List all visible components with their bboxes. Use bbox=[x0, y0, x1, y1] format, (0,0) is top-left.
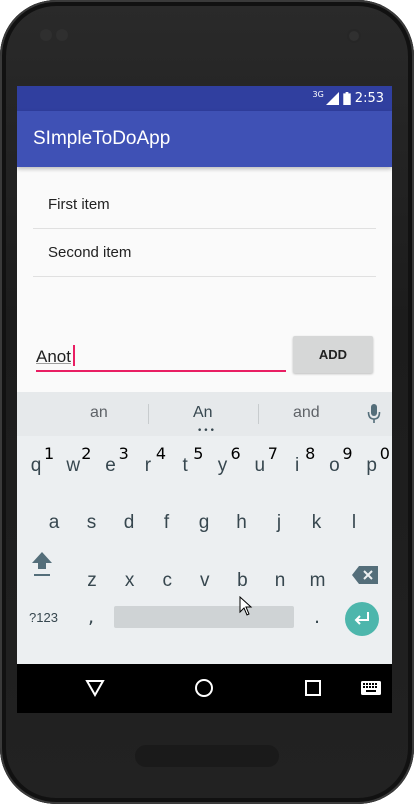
divider bbox=[258, 404, 259, 424]
mouse-cursor-icon bbox=[239, 596, 253, 616]
new-item-row: ADD bbox=[36, 336, 376, 376]
suggestion[interactable]: and bbox=[293, 404, 320, 422]
recents-icon[interactable] bbox=[305, 680, 321, 696]
key-s[interactable]: s bbox=[74, 503, 110, 543]
list-item[interactable]: Second item bbox=[33, 229, 376, 277]
mic-icon[interactable] bbox=[367, 402, 381, 426]
key-z[interactable]: z bbox=[74, 561, 110, 601]
front-sensor bbox=[56, 29, 68, 41]
key-hint: 9 bbox=[342, 444, 353, 463]
list-item-label: Second item bbox=[48, 244, 132, 261]
shift-icon[interactable] bbox=[31, 550, 53, 578]
key-hint: 5 bbox=[193, 444, 204, 463]
key-l[interactable]: l bbox=[336, 503, 372, 543]
key-m[interactable]: m bbox=[300, 561, 336, 601]
key-v[interactable]: v bbox=[187, 561, 223, 601]
list-item-label: First item bbox=[48, 196, 110, 213]
front-camera bbox=[347, 29, 361, 43]
key-hint: 6 bbox=[230, 444, 241, 463]
add-button[interactable]: ADD bbox=[293, 336, 373, 373]
key-c[interactable]: c bbox=[149, 561, 185, 601]
key-f[interactable]: f bbox=[149, 503, 185, 543]
app-bar: SImpleToDoApp bbox=[17, 111, 392, 167]
home-icon[interactable] bbox=[194, 678, 214, 698]
network-type: 3G bbox=[312, 90, 324, 99]
comma-key[interactable]: , bbox=[88, 606, 94, 628]
suggestion[interactable]: an bbox=[90, 404, 108, 422]
key-g[interactable]: g bbox=[186, 503, 222, 543]
navigation-bar bbox=[17, 664, 392, 713]
key-hint: 2 bbox=[81, 444, 92, 463]
enter-key[interactable] bbox=[345, 602, 379, 636]
key-d[interactable]: d bbox=[111, 503, 147, 543]
key-hint: 4 bbox=[155, 444, 167, 463]
symbols-key[interactable]: ?123 bbox=[29, 610, 58, 625]
divider bbox=[148, 404, 149, 424]
key-hint: 3 bbox=[118, 444, 129, 463]
period-key[interactable]: . bbox=[314, 606, 320, 628]
key-j[interactable]: j bbox=[261, 503, 297, 543]
space-bar[interactable] bbox=[114, 606, 294, 628]
clock: 2:53 bbox=[354, 91, 384, 106]
screen: 3G 2:53 SImpleToDoApp First item Second … bbox=[17, 86, 392, 713]
key-k[interactable]: k bbox=[299, 503, 335, 543]
front-sensor bbox=[40, 29, 52, 41]
phone-frame: 3G 2:53 SImpleToDoApp First item Second … bbox=[0, 0, 414, 804]
text-caret bbox=[73, 345, 75, 366]
key-hint: 0 bbox=[379, 444, 390, 463]
more-suggestions-dots: ••• bbox=[197, 426, 216, 436]
key-hint: 8 bbox=[305, 444, 316, 463]
key-hint: 1 bbox=[44, 444, 55, 463]
speaker-grill bbox=[135, 745, 279, 767]
key-b[interactable]: b bbox=[224, 561, 260, 601]
list-item[interactable]: First item bbox=[33, 181, 376, 229]
key-a[interactable]: a bbox=[36, 503, 72, 543]
key-n[interactable]: n bbox=[262, 561, 298, 601]
signal-icon bbox=[325, 92, 339, 105]
suggestion[interactable]: An bbox=[193, 404, 213, 422]
todo-list: First item Second item bbox=[33, 181, 376, 277]
key-hint: 7 bbox=[267, 444, 278, 463]
key-h[interactable]: h bbox=[224, 503, 260, 543]
suggestion-strip: an An ••• and bbox=[17, 392, 392, 436]
soft-keyboard: an An ••• and q1w2e3r4t5y6u7i8o9p0 asdfg… bbox=[17, 392, 392, 664]
back-icon[interactable] bbox=[85, 679, 105, 697]
app-title: SImpleToDoApp bbox=[33, 128, 171, 149]
backspace-icon[interactable] bbox=[352, 566, 378, 584]
key-x[interactable]: x bbox=[112, 561, 148, 601]
battery-icon bbox=[343, 92, 351, 105]
status-bar: 3G 2:53 bbox=[17, 86, 392, 111]
keyboard-switch-icon[interactable] bbox=[361, 681, 381, 695]
enter-icon bbox=[354, 612, 369, 625]
